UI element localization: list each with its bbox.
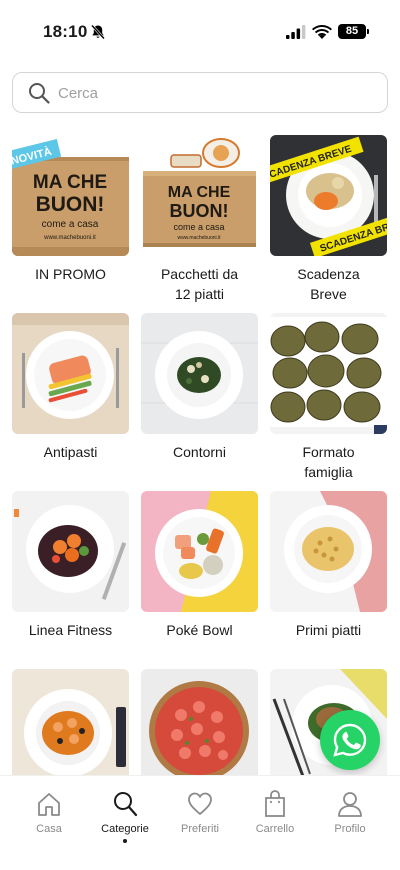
category-image <box>270 313 387 434</box>
active-indicator <box>123 839 127 843</box>
nav-label: Carrello <box>255 823 295 835</box>
nav-item-carrello[interactable]: Carrello <box>237 790 313 835</box>
category-image: SCADENZA BREVE SCADENZA BREVE <box>270 135 387 256</box>
home-icon <box>38 793 60 816</box>
category-label: Formato famiglia <box>302 444 355 480</box>
category-image <box>141 491 258 612</box>
category-label: Primi piatti <box>295 622 362 638</box>
heart-icon <box>188 792 212 815</box>
box-text-line3: come a casa <box>42 219 99 230</box>
nav-label: Casa <box>36 823 62 835</box>
box-text-line3: come a casa <box>173 222 224 232</box>
box-url: www.machebuoni.it <box>177 235 221 241</box>
whatsapp-button[interactable] <box>320 710 380 770</box>
status-bar: 18:10 85 <box>0 0 400 62</box>
category-image <box>141 669 258 790</box>
category-pacchetti[interactable]: MA CHE BUON! come a casa www.machebuoni.… <box>141 135 258 313</box>
status-time: 18:10 <box>43 22 88 41</box>
category-contorni[interactable]: Contorni <box>141 313 258 491</box>
search-input[interactable] <box>58 82 358 104</box>
box-text-line1: MA CHE <box>33 172 107 193</box>
box-text-line2: BUON! <box>36 193 105 216</box>
category-label: Linea Fitness <box>28 622 113 638</box>
whatsapp-icon <box>333 723 367 757</box>
signal-icon <box>286 25 306 39</box>
nav-label: Preferiti <box>181 823 219 835</box>
battery-tip <box>367 29 369 34</box>
category-label: IN PROMO <box>35 266 106 282</box>
category-linea-fitness[interactable]: Linea Fitness <box>12 491 129 669</box>
bottom-nav: Casa Categorie Preferiti Carrello Profil… <box>0 775 400 870</box>
bell-slash-icon <box>91 24 105 40</box>
category-image: MA CHE BUON! come a casa www.machebuoni.… <box>12 135 129 256</box>
search-bar[interactable] <box>12 72 388 113</box>
user-icon <box>338 792 362 817</box>
category-antipasti[interactable]: Antipasti <box>12 313 129 491</box>
battery-icon: 85 <box>338 24 366 39</box>
search-icon <box>114 792 138 817</box>
category-image: MA CHE BUON! come a casa www.machebuoni.… <box>141 135 258 256</box>
category-label: Contorni <box>173 444 226 460</box>
box-text-line1: MA CHE <box>168 184 231 201</box>
category-label: Pacchetti da 12 piatti <box>160 266 239 302</box>
category-image <box>270 491 387 612</box>
nav-label: Profilo <box>334 823 366 835</box>
category-image <box>141 313 258 434</box>
category-in-promo[interactable]: MA CHE BUON! come a casa www.machebuoni.… <box>12 135 129 313</box>
category-image <box>12 669 129 790</box>
nav-item-profilo[interactable]: Profilo <box>312 790 388 835</box>
box-text-line2: BUON! <box>170 201 229 221</box>
category-image <box>12 313 129 434</box>
category-formato-famiglia[interactable]: Formato famiglia <box>270 313 387 491</box>
nav-label: Categorie <box>101 823 149 835</box>
category-poke-bowl[interactable]: Poké Bowl <box>141 491 258 669</box>
bag-icon <box>265 790 285 817</box>
category-label: Antipasti <box>43 444 98 460</box>
category-primi-piatti[interactable]: Primi piatti <box>270 491 387 669</box>
category-image <box>12 491 129 612</box>
wifi-icon <box>312 25 332 39</box>
box-url: www.machebuoni.it <box>43 235 96 241</box>
nav-item-casa[interactable]: Casa <box>11 790 87 835</box>
category-label: Scadenza Breve <box>297 266 360 302</box>
nav-item-categorie[interactable]: Categorie <box>87 790 163 843</box>
nav-item-preferiti[interactable]: Preferiti <box>162 790 238 835</box>
category-scadenza-breve[interactable]: SCADENZA BREVE SCADENZA BREVE Scadenza B… <box>270 135 387 313</box>
search-icon <box>29 83 50 104</box>
category-label: Poké Bowl <box>166 622 233 638</box>
